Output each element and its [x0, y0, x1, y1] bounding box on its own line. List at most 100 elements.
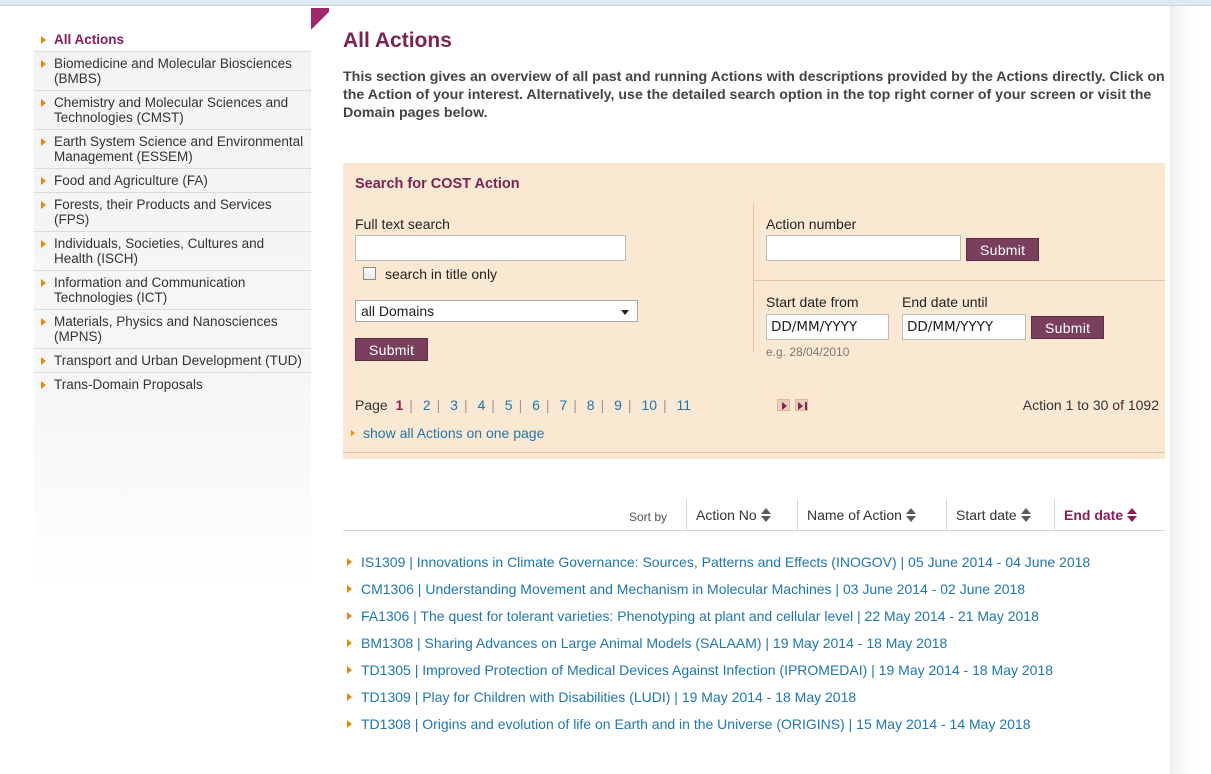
full-text-submit-button[interactable]: Submit: [355, 338, 429, 361]
chevron-right-icon: [347, 666, 352, 674]
sidebar-item-cmst[interactable]: Chemistry and Molecular Sciences and Tec…: [34, 91, 311, 130]
sidebar-item-isch[interactable]: Individuals, Societies, Cultures and Hea…: [34, 232, 311, 271]
sidebar-item-essem[interactable]: Earth System Science and Environmental M…: [34, 130, 311, 169]
sort-end-date[interactable]: End date: [1054, 499, 1145, 531]
sidebar-item-all-actions[interactable]: All Actions: [34, 28, 311, 52]
sort-column-label: Start date: [956, 507, 1017, 523]
chevron-right-icon: [41, 381, 46, 389]
full-text-search-label: Full text search: [355, 216, 450, 232]
sort-icon: [905, 508, 916, 522]
last-page-icon[interactable]: [795, 399, 808, 411]
chevron-right-icon: [41, 177, 46, 185]
chevron-right-icon: [347, 639, 352, 647]
chevron-right-icon: [347, 720, 352, 728]
chevron-right-icon: [41, 36, 46, 44]
show-all-link[interactable]: show all Actions on one page: [351, 425, 544, 441]
action-link: CM1306 | Understanding Movement and Mech…: [361, 581, 1026, 597]
chevron-right-icon: [41, 60, 46, 68]
sort-start-date[interactable]: Start date: [946, 499, 1039, 531]
next-page-icon[interactable]: [777, 399, 790, 411]
chevron-right-icon: [41, 138, 46, 146]
sidebar-item-label: Individuals, Societies, Cultures and Hea…: [54, 236, 265, 266]
action-link: TD1305 | Improved Protection of Medical …: [361, 662, 1054, 678]
list-item[interactable]: BM1308 | Sharing Advances on Large Anima…: [343, 634, 1165, 652]
full-text-search-input[interactable]: [355, 235, 626, 261]
main-content: All Actions This section gives an overvi…: [343, 28, 1165, 732]
action-link: BM1308 | Sharing Advances on Large Anima…: [361, 635, 948, 651]
sidebar-item-tud[interactable]: Transport and Urban Development (TUD): [34, 349, 311, 373]
sidebar-item-fa[interactable]: Food and Agriculture (FA): [34, 169, 311, 193]
start-date-label: Start date from: [766, 294, 859, 310]
list-item[interactable]: TD1308 | Origins and evolution of life o…: [343, 715, 1165, 733]
action-number-submit-button[interactable]: Submit: [966, 238, 1040, 261]
chevron-right-icon: [41, 357, 46, 365]
top-border: [0, 0, 1211, 6]
result-count: Action 1 to 30 of 1092: [1022, 397, 1159, 413]
sidebar-item-mpns[interactable]: Materials, Physics and Nanosciences (MPN…: [34, 310, 311, 349]
sidebar-item-label: Trans-Domain Proposals: [54, 377, 203, 392]
sidebar-item-bmbs[interactable]: Biomedicine and Molecular Biosciences (B…: [34, 52, 311, 91]
sidebar-list: All Actions Biomedicine and Molecular Bi…: [34, 28, 311, 396]
domain-select[interactable]: all Domains: [355, 300, 638, 322]
sort-by-label: Sort by: [629, 510, 668, 524]
list-item[interactable]: TD1305 | Improved Protection of Medical …: [343, 661, 1165, 679]
sidebar-item-label: All Actions: [54, 32, 125, 47]
page-link[interactable]: 9: [614, 397, 622, 413]
page-link[interactable]: 2: [423, 397, 431, 413]
sidebar: All Actions Biomedicine and Molecular Bi…: [34, 28, 311, 588]
action-link: TD1308 | Origins and evolution of life o…: [361, 716, 1031, 732]
chevron-down-icon: [621, 310, 629, 315]
sidebar-item-label: Food and Agriculture (FA): [54, 173, 208, 188]
list-item[interactable]: TD1309 | Play for Children with Disabili…: [343, 688, 1165, 706]
sidebar-item-ict[interactable]: Information and Communication Technologi…: [34, 271, 311, 310]
action-number-label: Action number: [766, 216, 857, 232]
list-item[interactable]: IS1309 | Innovations in Climate Governan…: [343, 553, 1165, 571]
sidebar-item-label: Biomedicine and Molecular Biosciences (B…: [54, 56, 292, 86]
chevron-right-icon: [41, 99, 46, 107]
sidebar-item-label: Information and Communication Technologi…: [54, 275, 246, 305]
pagination-label: Page: [355, 397, 388, 413]
date-format-hint: e.g. 28/04/2010: [766, 345, 850, 359]
chevron-right-icon: [347, 693, 352, 701]
sidebar-item-fps[interactable]: Forests, their Products and Services (FP…: [34, 193, 311, 232]
sidebar-fold-corner: [311, 8, 329, 38]
show-all-label: show all Actions on one page: [363, 425, 545, 441]
page-link[interactable]: 11: [677, 397, 692, 413]
search-panel: Search for COST Action Full text search …: [343, 163, 1165, 459]
page-link[interactable]: 6: [532, 397, 540, 413]
chevron-right-icon: [347, 585, 352, 593]
list-item[interactable]: CM1306 | Understanding Movement and Mech…: [343, 580, 1165, 598]
page-link[interactable]: 1: [395, 397, 403, 413]
page-link[interactable]: 8: [587, 397, 595, 413]
sort-action-no[interactable]: Action No: [686, 499, 779, 531]
action-number-input[interactable]: [766, 235, 961, 261]
list-item[interactable]: FA1306 | The quest for tolerant varietie…: [343, 607, 1165, 625]
search-divider-vertical: [753, 203, 754, 353]
sort-column-label: Action No: [696, 507, 757, 523]
sort-name-of-action[interactable]: Name of Action: [797, 499, 924, 531]
date-submit-button[interactable]: Submit: [1031, 316, 1105, 339]
page-link[interactable]: 7: [559, 397, 567, 413]
page-link[interactable]: 4: [477, 397, 485, 413]
page-link[interactable]: 10: [641, 397, 657, 413]
page-link[interactable]: 5: [505, 397, 513, 413]
sidebar-item-label: Forests, their Products and Services (FP…: [54, 197, 272, 227]
pagination: Page 1 | 2 | 3 | 4 | 5 | 6 | 7 | 8 | 9 | 10 | 11: [355, 397, 692, 413]
page-link[interactable]: 3: [450, 397, 458, 413]
sort-column-label: Name of Action: [807, 507, 902, 523]
action-link: FA1306 | The quest for tolerant varietie…: [361, 608, 1039, 624]
sort-column-label: End date: [1064, 507, 1124, 523]
action-link: IS1309 | Innovations in Climate Governan…: [361, 554, 1091, 570]
end-date-input[interactable]: [902, 314, 1026, 340]
chevron-right-icon: [41, 201, 46, 209]
action-link: TD1309 | Play for Children with Disabili…: [361, 689, 857, 705]
chevron-right-icon: [41, 240, 46, 248]
domain-select-value: all Domains: [361, 303, 435, 319]
sidebar-item-trans-domain[interactable]: Trans-Domain Proposals: [34, 373, 311, 396]
start-date-input[interactable]: [766, 314, 889, 340]
title-only-checkbox[interactable]: [363, 267, 376, 280]
page-gutter: [1170, 6, 1211, 774]
sidebar-item-label: Chemistry and Molecular Sciences and Tec…: [54, 95, 289, 125]
chevron-right-icon: [347, 558, 352, 566]
sort-icon: [1127, 508, 1138, 522]
